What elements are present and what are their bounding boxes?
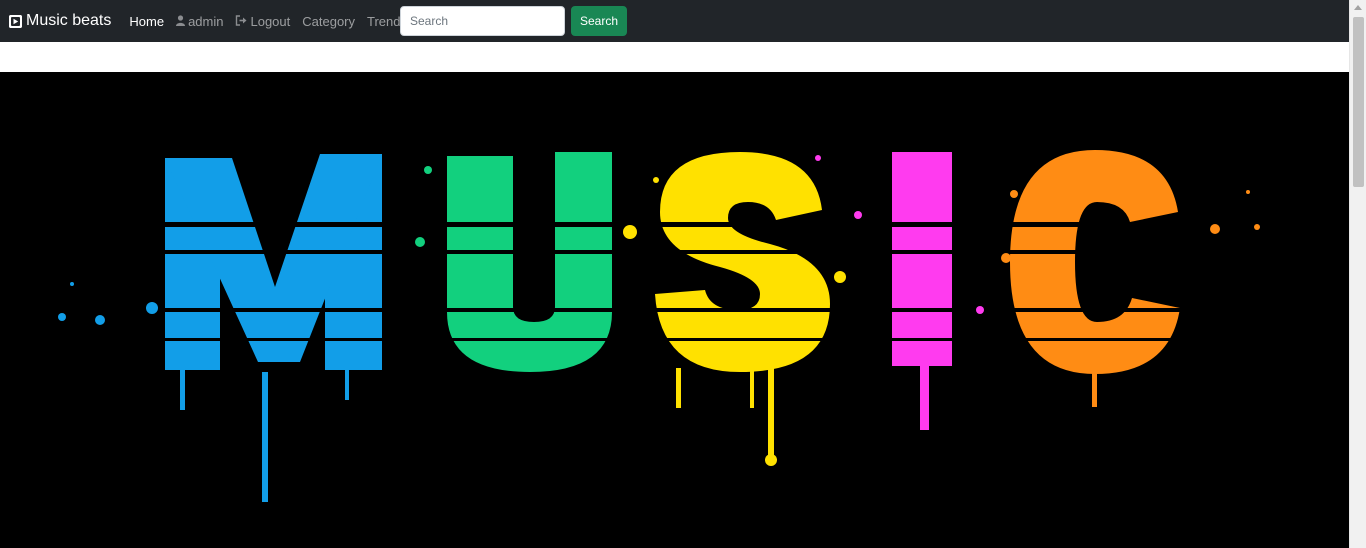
- letter-u: [447, 152, 612, 372]
- scroll-up-arrow-icon[interactable]: [1354, 5, 1362, 10]
- nav-link-user[interactable]: admin: [176, 14, 223, 29]
- nav-link-logout-label: Logout: [250, 13, 291, 29]
- nav-link-user-label: admin: [188, 13, 224, 29]
- navbar: Music beats Home admin Logout Category T…: [0, 0, 1349, 42]
- hero-banner: [0, 72, 1349, 548]
- letter-m: [165, 154, 382, 502]
- brand-link[interactable]: Music beats: [9, 12, 111, 30]
- scrollbar-thumb[interactable]: [1353, 17, 1364, 187]
- search-input[interactable]: [400, 6, 565, 36]
- letter-s: [655, 152, 830, 466]
- nav-link-logout[interactable]: Logout: [235, 14, 290, 29]
- sign-out-icon: [235, 14, 247, 29]
- play-square-icon: [9, 14, 22, 28]
- page-scrollbar[interactable]: [1349, 0, 1366, 548]
- nav-link-category[interactable]: Category: [302, 14, 355, 29]
- nav-link-home[interactable]: Home: [129, 14, 164, 29]
- user-icon: [176, 14, 186, 29]
- music-graffiti-image: [58, 150, 1260, 502]
- brand-title: Music beats: [26, 12, 112, 29]
- letter-i: [892, 152, 952, 430]
- letter-c: [1010, 150, 1180, 407]
- search-button[interactable]: Search: [571, 6, 627, 36]
